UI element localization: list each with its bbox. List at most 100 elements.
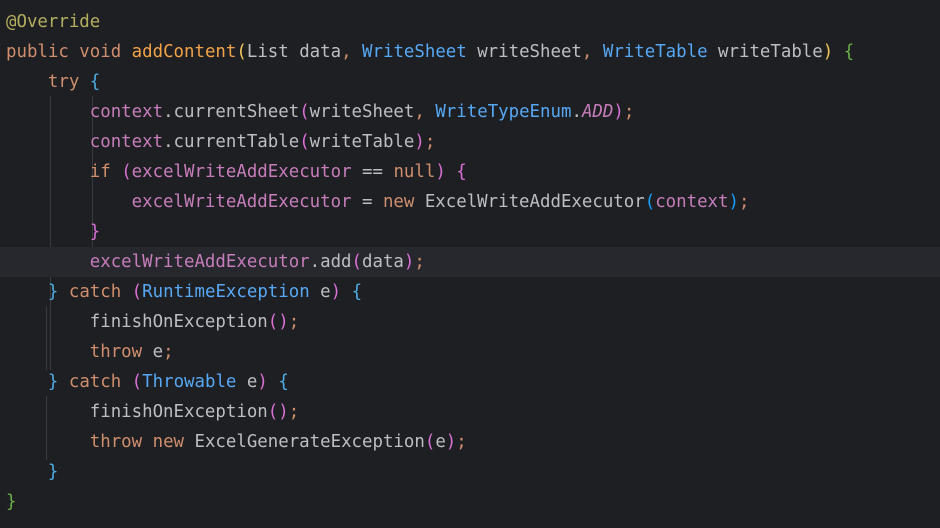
code-token: e [236, 372, 258, 392]
code-line[interactable]: } [0, 457, 940, 487]
code-token: ( [299, 102, 310, 122]
code-token: addContent [131, 42, 237, 62]
code-token: catch [58, 372, 132, 392]
code-token: ) [330, 282, 342, 302]
code-token: writeTable [309, 132, 415, 152]
code-token: = [351, 192, 383, 212]
code-token: ( [644, 192, 656, 212]
code-line[interactable]: finishOnException(); [0, 397, 940, 427]
code-token: ) [728, 192, 739, 212]
code-line[interactable]: throw new ExcelGenerateException(e); [0, 427, 940, 457]
code-token: { [89, 72, 101, 92]
code-token: throw [89, 342, 153, 362]
code-token: ExcelGenerateException [194, 432, 425, 452]
code-token: ; [288, 402, 300, 422]
code-token: ( [236, 42, 247, 62]
code-token: new [382, 192, 425, 212]
code-token: { [278, 372, 289, 392]
code-token: , [581, 42, 603, 62]
code-token: ) [257, 372, 268, 392]
code-line[interactable]: if (excelWriteAddExecutor == null) { [0, 157, 940, 187]
code-line[interactable]: @Override [0, 7, 940, 37]
code-token: ( [351, 252, 363, 272]
code-token: ADD [581, 102, 614, 122]
code-token: throw [89, 432, 153, 452]
code-token: RuntimeException [142, 282, 310, 302]
code-line[interactable]: throw e; [0, 337, 940, 367]
code-token: } [47, 282, 59, 302]
code-token: writeSheet [466, 42, 582, 62]
code-token: ; [623, 102, 635, 122]
code-token: Throwable [142, 372, 237, 392]
code-token: List data [246, 42, 342, 62]
code-line[interactable]: context.currentTable(writeTable); [0, 127, 940, 157]
code-token: ; [414, 252, 425, 272]
code-token: , [414, 102, 436, 122]
code-token: context [89, 102, 164, 122]
code-token: excelWriteAddExecutor [131, 192, 352, 212]
code-token: public [6, 42, 80, 62]
code-token: { [456, 162, 467, 182]
code-line[interactable]: try { [0, 67, 940, 97]
code-token: writeSheet [309, 102, 415, 122]
code-token: ; [456, 432, 467, 452]
code-line[interactable]: } catch (Throwable e) { [0, 367, 940, 397]
code-token: catch [58, 282, 132, 302]
code-token: ; [738, 192, 750, 212]
code-token: WriteTypeEnum [435, 102, 572, 122]
code-token: data [362, 252, 404, 272]
code-line[interactable]: public void addContent(List data, WriteS… [0, 37, 940, 67]
code-token: try [6, 72, 90, 92]
code-line[interactable]: finishOnException(); [0, 307, 940, 337]
code-token: } [89, 222, 101, 242]
code-token: finishOnException [89, 312, 268, 332]
code-token: ) [822, 42, 834, 62]
code-token: ) [613, 102, 624, 122]
code-token: ( [299, 132, 310, 152]
code-line[interactable]: } [0, 487, 940, 517]
code-token: } [6, 492, 17, 512]
code-line[interactable]: excelWriteAddExecutor = new ExcelWriteAd… [0, 187, 940, 217]
code-token: ( [121, 162, 132, 182]
code-token: { [843, 42, 855, 62]
code-token: { [351, 282, 363, 302]
code-token: ExcelWriteAddExecutor [424, 192, 645, 212]
code-token: .currentTable [163, 132, 300, 152]
code-token: ) [403, 252, 415, 272]
code-token: .currentSheet [163, 102, 300, 122]
code-token: void [79, 42, 132, 62]
code-token: } [47, 372, 59, 392]
code-token: ( [131, 372, 143, 392]
code-token: ) [278, 402, 289, 422]
code-token: null [393, 162, 436, 182]
code-token: context [655, 192, 729, 212]
code-token: WriteTable [602, 42, 708, 62]
code-line[interactable]: excelWriteAddExecutor.add(data); [0, 247, 940, 277]
code-token: ( [267, 402, 279, 422]
code-line[interactable]: context.currentSheet(writeSheet, WriteTy… [0, 97, 940, 127]
code-token: ( [424, 432, 436, 452]
code-token: ) [278, 312, 289, 332]
code-token: @Override [6, 12, 101, 32]
code-line[interactable]: } [0, 217, 940, 247]
code-token: == [351, 162, 394, 182]
code-token: excelWriteAddExecutor [89, 252, 310, 272]
code-line[interactable]: } catch (RuntimeException e) { [0, 277, 940, 307]
code-token: . [571, 102, 582, 122]
code-token: context [89, 132, 164, 152]
code-token: e [309, 282, 331, 302]
code-editor[interactable]: @Override public void addContent(List dat… [0, 0, 940, 528]
